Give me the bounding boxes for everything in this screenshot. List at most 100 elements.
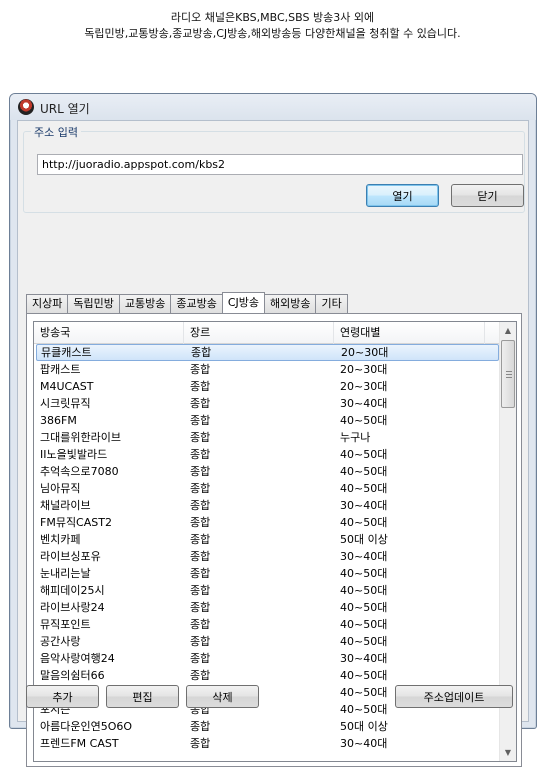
age-group-cell: 누구나 bbox=[340, 431, 371, 444]
station-name-cell: 말음의쉼터66 bbox=[40, 669, 105, 682]
age-group-cell: 40~50대 bbox=[340, 448, 388, 461]
station-name-cell: 채널라이브 bbox=[40, 499, 91, 512]
genre-cell: 종합 bbox=[190, 720, 211, 733]
station-name-cell: 팝캐스트 bbox=[40, 363, 81, 376]
age-group-cell: 40~50대 bbox=[340, 465, 388, 478]
genre-cell: 종합 bbox=[190, 601, 211, 614]
url-input[interactable] bbox=[37, 154, 523, 175]
list-row[interactable]: 공간사랑 종합 40~50대 bbox=[34, 633, 501, 650]
column-header-age[interactable]: 연령대별 bbox=[334, 322, 485, 344]
age-group-cell: 40~50대 bbox=[340, 669, 388, 682]
genre-cell: 종합 bbox=[190, 397, 211, 410]
scrollbar-thumb[interactable] bbox=[501, 340, 515, 408]
list-row[interactable]: 시크릿뮤직 종합 30~40대 bbox=[34, 395, 501, 412]
delete-button[interactable]: 삭제 bbox=[186, 685, 259, 708]
grip-line bbox=[506, 377, 512, 378]
age-group-cell: 30~40대 bbox=[340, 652, 388, 665]
caption-line-2: 독립민방,교통방송,종교방송,CJ방송,해외방송등 다양한채널을 청취할 수 있… bbox=[84, 27, 461, 40]
station-name-cell: 음악사랑여행24 bbox=[40, 652, 115, 665]
age-group-cell: 40~50대 bbox=[340, 618, 388, 631]
list-row[interactable]: 음악사랑여행24 종합 30~40대 bbox=[34, 650, 501, 667]
grip-line bbox=[506, 371, 512, 372]
genre-cell: 종합 bbox=[190, 380, 211, 393]
list-row[interactable]: 라이브싱포유 종합 30~40대 bbox=[34, 548, 501, 565]
genre-cell: 종합 bbox=[190, 448, 211, 461]
list-row[interactable]: 그대를위한라이브 종합 누구나 bbox=[34, 429, 501, 446]
genre-cell: 종합 bbox=[190, 737, 211, 750]
add-button[interactable]: 추가 bbox=[26, 685, 99, 708]
genre-cell: 종합 bbox=[190, 635, 211, 648]
station-name-cell: 라이브싱포유 bbox=[40, 550, 101, 563]
list-row[interactable]: 팝캐스트 종합 20~30대 bbox=[34, 361, 501, 378]
age-group-cell: 20~30대 bbox=[341, 346, 389, 359]
list-row[interactable]: II노을빛발라드 종합 40~50대 bbox=[34, 446, 501, 463]
station-name-cell: 라이브사랑24 bbox=[40, 601, 105, 614]
list-row[interactable]: FM뮤직CAST2 종합 40~50대 bbox=[34, 514, 501, 531]
window-title: URL 열기 bbox=[40, 102, 90, 116]
age-group-cell: 40~50대 bbox=[340, 686, 388, 699]
list-row[interactable]: 말음의쉼터66 종합 40~50대 bbox=[34, 667, 501, 684]
grip-line bbox=[506, 374, 512, 375]
list-row[interactable]: 추억속으로7080 종합 40~50대 bbox=[34, 463, 501, 480]
list-row[interactable]: 해피데이25시 종합 40~50대 bbox=[34, 582, 501, 599]
genre-cell: 종합 bbox=[190, 669, 211, 682]
genre-cell: 종합 bbox=[190, 652, 211, 665]
list-row[interactable]: 386FM 종합 40~50대 bbox=[34, 412, 501, 429]
radio-app-icon bbox=[18, 99, 34, 115]
edit-button[interactable]: 편집 bbox=[106, 685, 179, 708]
list-row[interactable]: 눈내리는날 종합 40~50대 bbox=[34, 565, 501, 582]
tab-6[interactable]: 해외방송 bbox=[264, 294, 317, 313]
close-button-label: 닫기 bbox=[477, 189, 498, 203]
station-name-cell: 공간사랑 bbox=[40, 635, 81, 648]
open-button[interactable]: 열기 bbox=[366, 184, 439, 207]
list-row[interactable]: 라이브사랑24 종합 40~50대 bbox=[34, 599, 501, 616]
genre-cell: 종합 bbox=[190, 567, 211, 580]
age-group-cell: 40~50대 bbox=[340, 482, 388, 495]
list-row[interactable]: 뮤직포인트 종합 40~50대 bbox=[34, 616, 501, 633]
tab-5[interactable]: CJ방송 bbox=[221, 292, 265, 313]
genre-cell: 종합 bbox=[190, 550, 211, 563]
station-name-cell: 해피데이25시 bbox=[40, 584, 105, 597]
list-row[interactable]: 벤치카페 종합 50대 이상 bbox=[34, 531, 501, 548]
list-row[interactable]: 프렌드FM CAST 종합 30~40대 bbox=[34, 735, 501, 752]
age-group-cell: 40~50대 bbox=[340, 584, 388, 597]
address-group: 주소 입력 열기 닫기 bbox=[23, 124, 525, 213]
station-name-cell: 뮤직포인트 bbox=[40, 618, 91, 631]
column-header-genre[interactable]: 장르 bbox=[184, 322, 334, 344]
list-row[interactable]: 채널라이브 종합 30~40대 bbox=[34, 497, 501, 514]
age-group-cell: 40~50대 bbox=[340, 635, 388, 648]
station-name-cell: M4UCAST bbox=[40, 380, 94, 393]
genre-cell: 종합 bbox=[190, 499, 211, 512]
column-header-station[interactable]: 방송국 bbox=[34, 322, 184, 344]
station-name-cell: 그대를위한라이브 bbox=[40, 431, 121, 444]
chevron-down-icon[interactable]: ▼ bbox=[500, 744, 516, 761]
list-row[interactable]: 뮤클캐스트 종합 20~30대 bbox=[36, 344, 499, 361]
tab-7[interactable]: 기타 bbox=[315, 294, 348, 313]
title-bar[interactable]: URL 열기 bbox=[10, 94, 536, 120]
age-group-cell: 30~40대 bbox=[340, 737, 388, 750]
genre-cell: 종합 bbox=[190, 363, 211, 376]
age-group-cell: 30~40대 bbox=[340, 397, 388, 410]
age-group-cell: 30~40대 bbox=[340, 499, 388, 512]
station-name-cell: 벤치카페 bbox=[40, 533, 81, 546]
age-group-cell: 30~40대 bbox=[340, 550, 388, 563]
tab-2[interactable]: 독립민방 bbox=[67, 294, 120, 313]
edit-button-label: 편집 bbox=[132, 690, 153, 704]
delete-button-label: 삭제 bbox=[212, 690, 233, 704]
station-name-cell: 시크릿뮤직 bbox=[40, 397, 91, 410]
tab-4[interactable]: 종교방송 bbox=[170, 294, 223, 313]
update-address-button[interactable]: 주소업데이트 bbox=[395, 685, 513, 708]
tab-3[interactable]: 교통방송 bbox=[118, 294, 172, 313]
age-group-cell: 40~50대 bbox=[340, 601, 388, 614]
chevron-up-icon[interactable]: ▲ bbox=[500, 322, 516, 339]
list-row[interactable]: M4UCAST 종합 20~30대 bbox=[34, 378, 501, 395]
age-group-cell: 40~50대 bbox=[340, 516, 388, 529]
genre-cell: 종합 bbox=[190, 414, 211, 427]
list-row[interactable]: 님아뮤직 종합 40~50대 bbox=[34, 480, 501, 497]
station-name-cell: 눈내리는날 bbox=[40, 567, 91, 580]
tab-1[interactable]: 지상파 bbox=[26, 294, 69, 313]
close-button[interactable]: 닫기 bbox=[451, 184, 524, 207]
list-row[interactable]: 아름다운인연5O6O 종합 50대 이상 bbox=[34, 718, 501, 735]
caption-line-1: 라디오 채널은KBS,MBC,SBS 방송3사 외에 bbox=[170, 11, 375, 24]
station-name-cell: FM뮤직CAST2 bbox=[40, 516, 112, 529]
